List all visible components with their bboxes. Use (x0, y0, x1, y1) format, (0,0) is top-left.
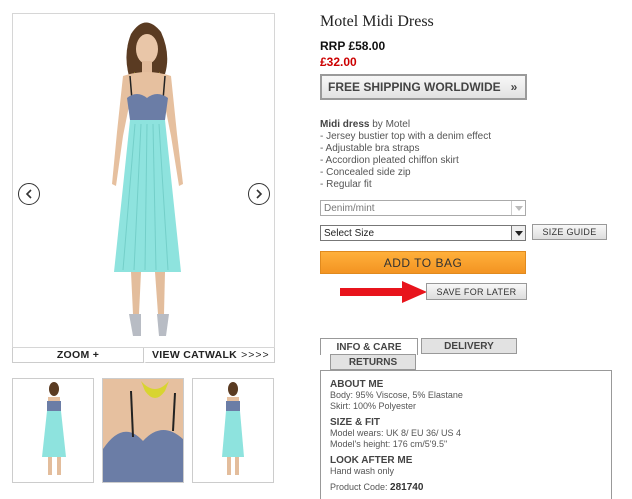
product-code-label: Product Code: (330, 482, 391, 492)
tab-info-care[interactable]: INFO & CARE (320, 338, 418, 355)
care-line: Hand wash only (330, 466, 395, 476)
description-intro: Midi dress by Motel (320, 119, 491, 131)
about-line: Body: 95% Viscose, 5% Elastane (330, 390, 463, 400)
care-section: LOOK AFTER ME Hand wash only (330, 455, 606, 477)
thumbnail-side[interactable] (192, 378, 274, 483)
description-bullet: - Concealed side zip (320, 167, 411, 178)
double-chevron-right-icon: » (510, 80, 518, 94)
description-bullet: - Adjustable bra straps (320, 143, 420, 154)
image-controls-bar: ZOOM + VIEW CATWALK >>>> (12, 348, 275, 363)
about-heading: ABOUT ME (330, 379, 384, 390)
chevron-down-icon (511, 201, 525, 215)
tab-delivery[interactable]: DELIVERY (421, 338, 517, 354)
thumbnail-detail-image (103, 379, 183, 482)
thumbnail-front-image (42, 382, 66, 475)
info-care-panel: ABOUT ME Body: 95% Viscose, 5% Elastane … (320, 370, 612, 499)
main-product-image[interactable] (12, 13, 275, 348)
model-photo (112, 22, 183, 336)
free-shipping-banner[interactable]: FREE SHIPPING WORLDWIDE » (320, 74, 527, 100)
product-title: Motel Midi Dress (320, 13, 434, 30)
previous-image-button[interactable] (18, 183, 40, 205)
free-shipping-label: FREE SHIPPING WORLDWIDE (328, 80, 501, 94)
colour-select-value: Denim/mint (324, 202, 375, 214)
product-code-value: 281740 (390, 482, 424, 493)
sale-price: £32.00 (320, 55, 357, 69)
about-section: ABOUT ME Body: 95% Viscose, 5% Elastane … (330, 379, 606, 412)
product-description: Midi dress by Motel - Jersey bustier top… (320, 119, 491, 191)
rrp-price: RRP £58.00 (320, 39, 386, 53)
size-select[interactable]: Select Size (320, 225, 526, 241)
save-for-later-button[interactable]: SAVE FOR LATER (426, 283, 527, 300)
description-brand: by Motel (369, 119, 411, 130)
view-catwalk-button[interactable]: VIEW CATWALK >>>> (144, 348, 275, 363)
colour-select[interactable]: Denim/mint (320, 200, 526, 216)
description-bullet: - Jersey bustier top with a denim effect (320, 131, 492, 142)
zoom-button[interactable]: ZOOM + (12, 348, 144, 363)
red-arrow-icon (340, 281, 427, 303)
chevron-left-icon (25, 189, 32, 199)
thumbnail-front[interactable] (12, 378, 94, 483)
size-guide-button[interactable]: SIZE GUIDE (532, 224, 607, 240)
next-image-button[interactable] (248, 183, 270, 205)
info-care-content: ABOUT ME Body: 95% Viscose, 5% Elastane … (330, 379, 606, 493)
size-fit-heading: SIZE & FIT (330, 417, 380, 428)
product-code: Product Code: 281740 (330, 482, 606, 493)
description-name: Midi dress (320, 119, 370, 130)
thumbnail-side-image (222, 382, 244, 475)
care-heading: LOOK AFTER ME (330, 455, 413, 466)
size-select-value: Select Size (324, 227, 375, 239)
size-fit-section: SIZE & FIT Model wears: UK 8/ EU 36/ US … (330, 417, 606, 450)
size-fit-line: Model wears: UK 8/ EU 36/ US 4 (330, 428, 462, 438)
tab-returns[interactable]: RETURNS (330, 354, 416, 370)
chevron-down-icon (511, 226, 525, 240)
view-catwalk-label: VIEW CATWALK (152, 349, 238, 361)
chevron-right-icon (256, 189, 263, 199)
thumbnail-detail[interactable] (102, 378, 184, 483)
description-bullet: - Accordion pleated chiffon skirt (320, 155, 459, 166)
about-line: Skirt: 100% Polyester (330, 401, 417, 411)
catwalk-arrows: >>>> (241, 349, 270, 361)
description-bullets: - Jersey bustier top with a denim effect… (320, 131, 491, 191)
add-to-bag-button[interactable]: ADD TO BAG (320, 251, 526, 274)
zoom-label: ZOOM + (56, 349, 100, 361)
size-fit-line: Model's height: 176 cm/5'9.5" (330, 439, 448, 449)
description-bullet: - Regular fit (320, 179, 372, 190)
